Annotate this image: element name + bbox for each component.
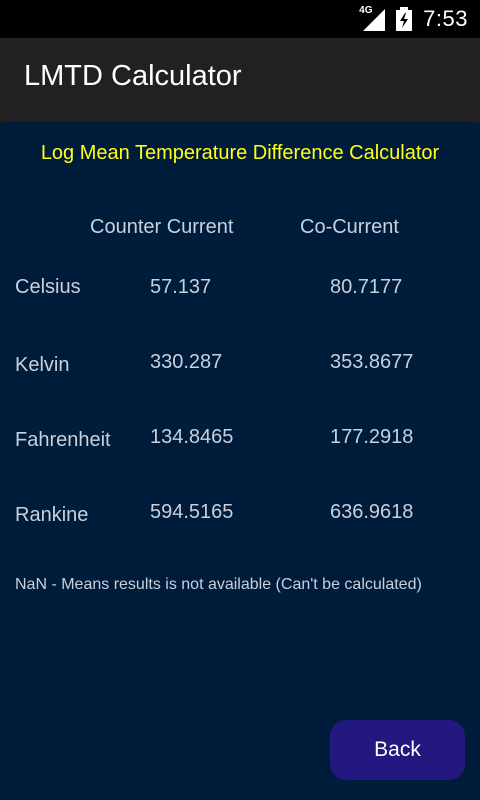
status-icons: 4G 7:53 (359, 0, 468, 38)
status-time: 7:53 (423, 6, 468, 31)
column-header-counter-current: Counter Current (90, 216, 234, 238)
page-subtitle: Log Mean Temperature Difference Calculat… (40, 142, 440, 164)
battery-icon (395, 7, 413, 31)
kelvin-co-current-value: 353.8677 (330, 351, 414, 373)
back-button[interactable]: Back (330, 720, 465, 780)
rankine-co-current-value: 636.9618 (330, 501, 414, 523)
app-title: LMTD Calculator (24, 60, 242, 92)
signal-icon: 4G (359, 5, 386, 31)
row-label-kelvin: Kelvin (15, 354, 70, 376)
celsius-counter-current-value: 57.137 (150, 276, 212, 298)
row-label-rankine: Rankine (15, 504, 89, 526)
status-bar: 4G 7:53 (0, 0, 480, 38)
nan-note: NaN - Means results is not available (Ca… (15, 576, 422, 593)
rankine-counter-current-value: 594.5165 (150, 501, 234, 523)
row-label-celsius: Celsius (15, 276, 81, 298)
app-bar: LMTD Calculator (0, 38, 480, 122)
column-header-co-current: Co-Current (300, 216, 399, 238)
results-panel: Log Mean Temperature Difference Calculat… (0, 122, 480, 800)
kelvin-counter-current-value: 330.287 (150, 351, 223, 373)
row-label-fahrenheit: Fahrenheit (15, 429, 111, 451)
fahrenheit-co-current-value: 177.2918 (330, 426, 414, 448)
fahrenheit-counter-current-value: 134.8465 (150, 426, 234, 448)
celsius-co-current-value: 80.7177 (330, 276, 403, 298)
